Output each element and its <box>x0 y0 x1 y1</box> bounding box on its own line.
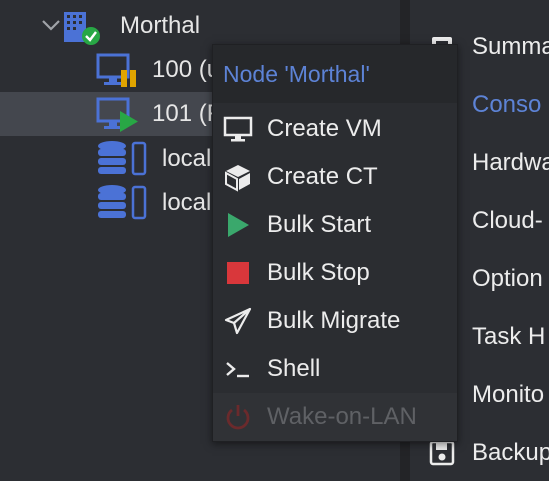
storage-icon <box>98 185 147 220</box>
stop-icon <box>227 262 249 284</box>
tree-storage-label: local- <box>162 189 220 216</box>
tree-node-morthal[interactable]: Morthal <box>0 4 400 48</box>
chevron-down-icon[interactable] <box>40 14 62 36</box>
tree-storage-label: local <box>162 145 212 172</box>
monitor-icon <box>223 116 253 142</box>
context-menu-title: Node 'Morthal' <box>213 45 457 103</box>
play-icon <box>228 213 249 237</box>
menu-item-bulk-migrate[interactable]: Bulk Migrate <box>213 297 457 345</box>
menu-item-wake-on-lan: Wake-on-LAN <box>213 393 457 441</box>
cube-icon <box>225 165 250 192</box>
power-icon <box>226 405 250 430</box>
menu-item-create-ct[interactable]: Create CT <box>213 153 457 201</box>
menu-item-create-vm[interactable]: Create VM <box>213 105 457 153</box>
menu-item-bulk-start[interactable]: Bulk Start <box>213 201 457 249</box>
menu-item-shell[interactable]: Shell <box>213 345 457 393</box>
vm-paused-icon <box>96 53 136 87</box>
floppy-disk-icon <box>429 440 455 466</box>
terminal-icon <box>226 362 249 378</box>
paper-plane-icon <box>224 307 252 335</box>
tree-vm-101-label: 101 (F <box>152 100 222 127</box>
storage-icon <box>98 141 147 176</box>
node-context-menu: Node 'Morthal' Create VM Create CT Bulk … <box>212 44 458 442</box>
menu-item-bulk-stop[interactable]: Bulk Stop <box>213 249 457 297</box>
tree-node-label: Morthal <box>120 12 201 39</box>
server-node-icon <box>64 12 100 45</box>
vm-running-icon <box>96 97 138 132</box>
tree-vm-100-label: 100 (u <box>152 56 221 83</box>
